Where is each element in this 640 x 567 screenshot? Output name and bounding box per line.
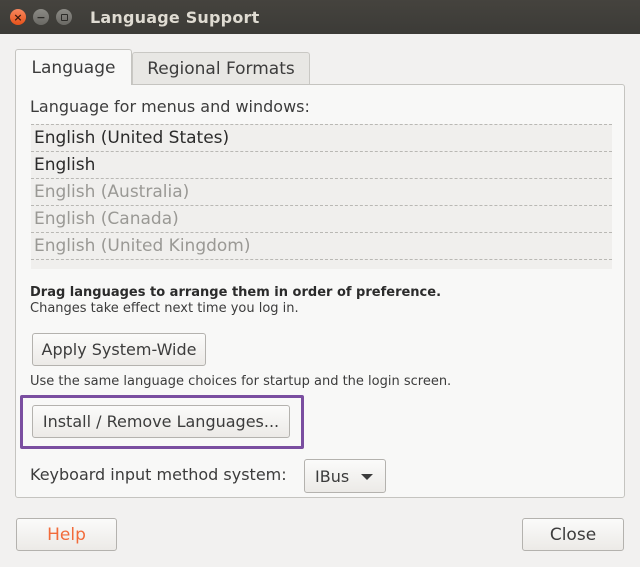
apply-system-wide-button[interactable]: Apply System-Wide [32, 333, 206, 366]
language-item-english-canada[interactable]: English (Canada) [31, 206, 612, 233]
tab-language[interactable]: Language [15, 49, 132, 85]
window-minimize-icon[interactable]: − [33, 9, 49, 25]
change-hint: Changes take effect next time you log in… [30, 301, 299, 316]
chevron-down-icon [361, 474, 373, 480]
install-remove-languages-button[interactable]: Install / Remove Languages... [32, 405, 290, 438]
keyboard-input-method-dropdown[interactable]: IBus [304, 459, 386, 493]
window-close-icon[interactable]: × [10, 9, 26, 25]
keyboard-input-method-value: IBus [315, 466, 350, 486]
help-button[interactable]: Help [16, 518, 117, 551]
close-button[interactable]: Close [522, 518, 624, 551]
language-item-english[interactable]: English [31, 152, 612, 179]
language-list[interactable]: English (United States) English English … [31, 124, 612, 269]
keyboard-input-label: Keyboard input method system: [30, 465, 287, 484]
drag-hint: Drag languages to arrange them in order … [30, 285, 442, 300]
title-bar: × − Language Support [0, 0, 640, 34]
language-item-english-australia[interactable]: English (Australia) [31, 179, 612, 206]
tab-regional-formats[interactable]: Regional Formats [132, 52, 310, 85]
language-item-english-united-kingdom[interactable]: English (United Kingdom) [31, 233, 612, 260]
language-panel: Language for menus and windows: English … [15, 84, 625, 498]
apply-hint: Use the same language choices for startu… [30, 374, 452, 389]
language-list-label: Language for menus and windows: [30, 97, 310, 116]
language-item-english-united-states[interactable]: English (United States) [31, 125, 612, 152]
window-title: Language Support [90, 8, 260, 27]
window-maximize-icon[interactable] [56, 9, 72, 25]
